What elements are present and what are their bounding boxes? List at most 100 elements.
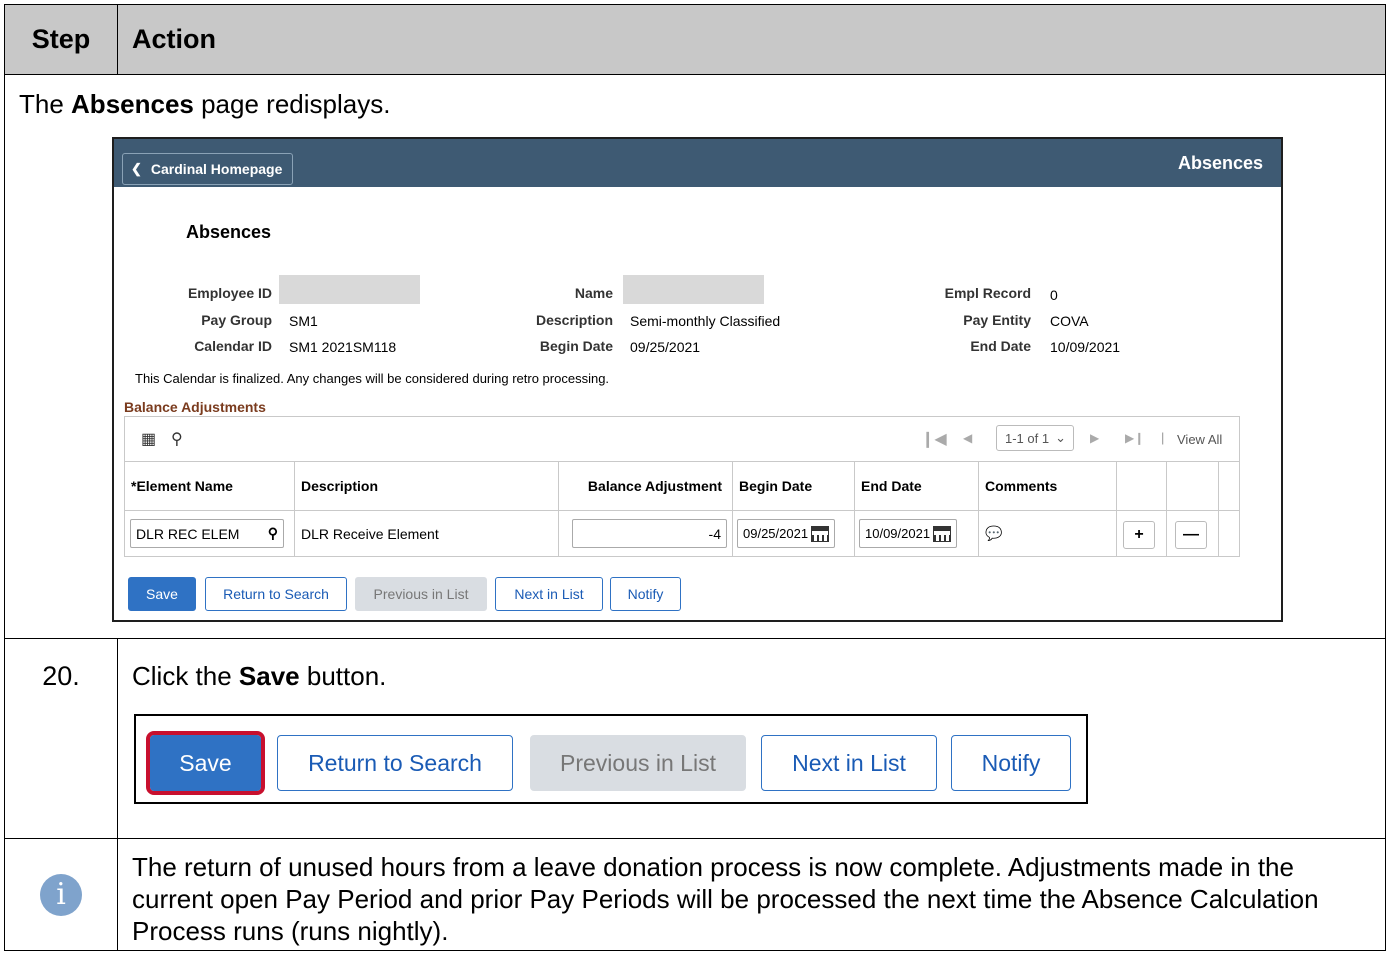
calendar-icon[interactable] xyxy=(933,525,951,542)
description-label: Description xyxy=(535,312,613,328)
instruction-suffix: button. xyxy=(299,661,387,691)
balance-adjustment-input[interactable]: -4 xyxy=(572,519,727,548)
previous-page-icon[interactable]: ◀ xyxy=(963,431,972,445)
info-icon: i xyxy=(40,873,82,916)
employee-id-redacted xyxy=(279,275,420,304)
personalize-grid-icon[interactable]: ▦ xyxy=(141,429,156,449)
pay-group-label: Pay Group xyxy=(201,312,272,328)
element-name-cell: DLR REC ELEM ⚲ xyxy=(125,511,295,556)
page-title: Absences xyxy=(186,222,272,242)
intro-row: The Absences page redisplays. ❮ Cardinal… xyxy=(5,75,1385,639)
save-button-highlighted[interactable]: Save xyxy=(146,731,265,795)
find-icon[interactable]: ⚲ xyxy=(171,429,183,449)
begin-date-value: 09/25/2021 xyxy=(630,339,701,355)
grid-toolbar: ▦ ⚲ ❙◀ ◀ 1-1 of 1 ⌄ ▶ ▶❙ | View All xyxy=(125,417,1239,461)
pay-group-value: SM1 xyxy=(289,313,318,329)
col-description: Description xyxy=(295,462,559,510)
search-icon[interactable]: ⚲ xyxy=(268,525,278,542)
intro-text: The Absences page redisplays. xyxy=(19,89,390,120)
delete-row-button[interactable]: — xyxy=(1175,521,1207,549)
procedure-table: Step Action The Absences page redisplays… xyxy=(4,4,1386,951)
col-comments: Comments xyxy=(979,462,1117,510)
end-date-cell: 10/09/2021 xyxy=(855,511,979,556)
step-body: Click the Save button. Save Return to Se… xyxy=(118,639,1385,838)
name-label: Name xyxy=(574,285,613,301)
calendar-id-value: SM1 2021SM118 xyxy=(289,339,397,355)
end-date-label: End Date xyxy=(970,338,1031,354)
description-value: Semi-monthly Classified xyxy=(630,313,781,329)
page-range-select[interactable]: 1-1 of 1 ⌄ xyxy=(996,425,1074,451)
previous-in-list-button-large[interactable]: Previous in List xyxy=(530,735,746,791)
info-icon-cell: i xyxy=(5,839,118,950)
delete-row-cell: — xyxy=(1167,511,1219,556)
intro-bold: Absences xyxy=(71,89,194,119)
next-page-icon[interactable]: ▶ xyxy=(1090,431,1099,445)
table-header: Step Action xyxy=(5,5,1385,75)
chevron-down-icon: ⌄ xyxy=(1055,430,1066,445)
return-to-search-button[interactable]: Return to Search xyxy=(205,577,347,611)
pay-entity-label: Pay Entity xyxy=(963,312,1031,328)
last-page-icon[interactable]: ▶❙ xyxy=(1125,431,1144,445)
add-row-button[interactable]: + xyxy=(1123,521,1155,549)
empl-record-value: 0 xyxy=(1050,287,1058,303)
col-delete xyxy=(1167,462,1219,510)
banner-title: Absences xyxy=(1177,153,1263,173)
begin-date-label: Begin Date xyxy=(539,338,613,354)
save-button[interactable]: Save xyxy=(128,577,196,611)
balance-adjustment-cell: -4 xyxy=(559,511,733,556)
element-name-value: DLR REC ELEM xyxy=(136,525,240,542)
description-cell: DLR Receive Element xyxy=(295,511,559,556)
action-column-header: Action xyxy=(132,24,216,54)
home-button-label: Cardinal Homepage xyxy=(150,161,283,177)
page-banner: ❮ Cardinal Homepage Absences xyxy=(114,139,1281,187)
col-balance-adjustment: Balance Adjustment xyxy=(559,462,733,510)
begin-date-cell: 09/25/2021 xyxy=(733,511,855,556)
end-date-input-value: 10/09/2021 xyxy=(865,526,931,541)
col-add xyxy=(1117,462,1167,510)
calendar-id-label: Calendar ID xyxy=(194,338,272,354)
notify-button[interactable]: Notify xyxy=(610,577,681,611)
calendar-icon[interactable] xyxy=(811,525,829,542)
next-in-list-button-large[interactable]: Next in List xyxy=(761,735,937,791)
table-row: DLR REC ELEM ⚲ DLR Receive Element -4 09… xyxy=(125,511,1239,556)
retro-notice: This Calendar is finalized. Any changes … xyxy=(135,371,610,386)
grid-header: *Element Name Description Balance Adjust… xyxy=(125,461,1239,511)
next-in-list-button[interactable]: Next in List xyxy=(495,577,603,611)
col-end-date: End Date xyxy=(855,462,979,510)
add-row-cell: + xyxy=(1117,511,1167,556)
comments-cell: 💬 xyxy=(979,511,1117,556)
element-name-input[interactable]: DLR REC ELEM ⚲ xyxy=(130,519,284,548)
name-redacted xyxy=(623,275,764,304)
previous-in-list-button[interactable]: Previous in List xyxy=(355,577,487,611)
instruction-prefix: Click the xyxy=(132,661,239,691)
return-to-search-button-large[interactable]: Return to Search xyxy=(277,735,513,791)
step-row: 20. Click the Save button. Save Return t… xyxy=(5,639,1385,839)
button-bar-screenshot: Save Return to Search Previous in List N… xyxy=(134,714,1088,804)
pager-divider: | xyxy=(1161,430,1165,445)
end-date-input[interactable]: 10/09/2021 xyxy=(859,519,957,548)
chevron-left-icon: ❮ xyxy=(131,161,142,176)
col-element-name: *Element Name xyxy=(125,462,295,510)
empl-record-label: Empl Record xyxy=(944,285,1031,301)
begin-date-input-value: 09/25/2021 xyxy=(743,526,809,541)
view-all-link[interactable]: View All xyxy=(1177,426,1222,452)
end-date-value: 10/09/2021 xyxy=(1050,339,1121,355)
step-instruction: Click the Save button. xyxy=(132,661,386,692)
pay-entity-value: COVA xyxy=(1050,313,1089,329)
begin-date-input[interactable]: 09/25/2021 xyxy=(737,519,835,548)
cardinal-homepage-button[interactable]: ❮ Cardinal Homepage xyxy=(122,153,293,185)
info-row: i The return of unused hours from a leav… xyxy=(5,839,1385,950)
balance-adjustments-title: Balance Adjustments xyxy=(124,399,266,415)
info-text: The return of unused hours from a leave … xyxy=(132,852,1319,946)
balance-adjustments-grid: ▦ ⚲ ❙◀ ◀ 1-1 of 1 ⌄ ▶ ▶❙ | View All *Ele… xyxy=(124,416,1240,557)
instruction-bold: Save xyxy=(238,661,300,691)
notify-button-large[interactable]: Notify xyxy=(951,735,1071,791)
employee-id-label: Employee ID xyxy=(187,285,272,301)
first-page-icon[interactable]: ❙◀ xyxy=(921,429,947,449)
col-begin-date: Begin Date xyxy=(733,462,855,510)
step-number: 20. xyxy=(5,639,118,838)
intro-suffix: page redisplays. xyxy=(193,89,391,119)
comment-bubble-icon[interactable]: 💬 xyxy=(985,525,1002,542)
absences-screenshot: ❮ Cardinal Homepage Absences Absences Em… xyxy=(112,137,1283,622)
intro-prefix: The xyxy=(19,89,72,119)
